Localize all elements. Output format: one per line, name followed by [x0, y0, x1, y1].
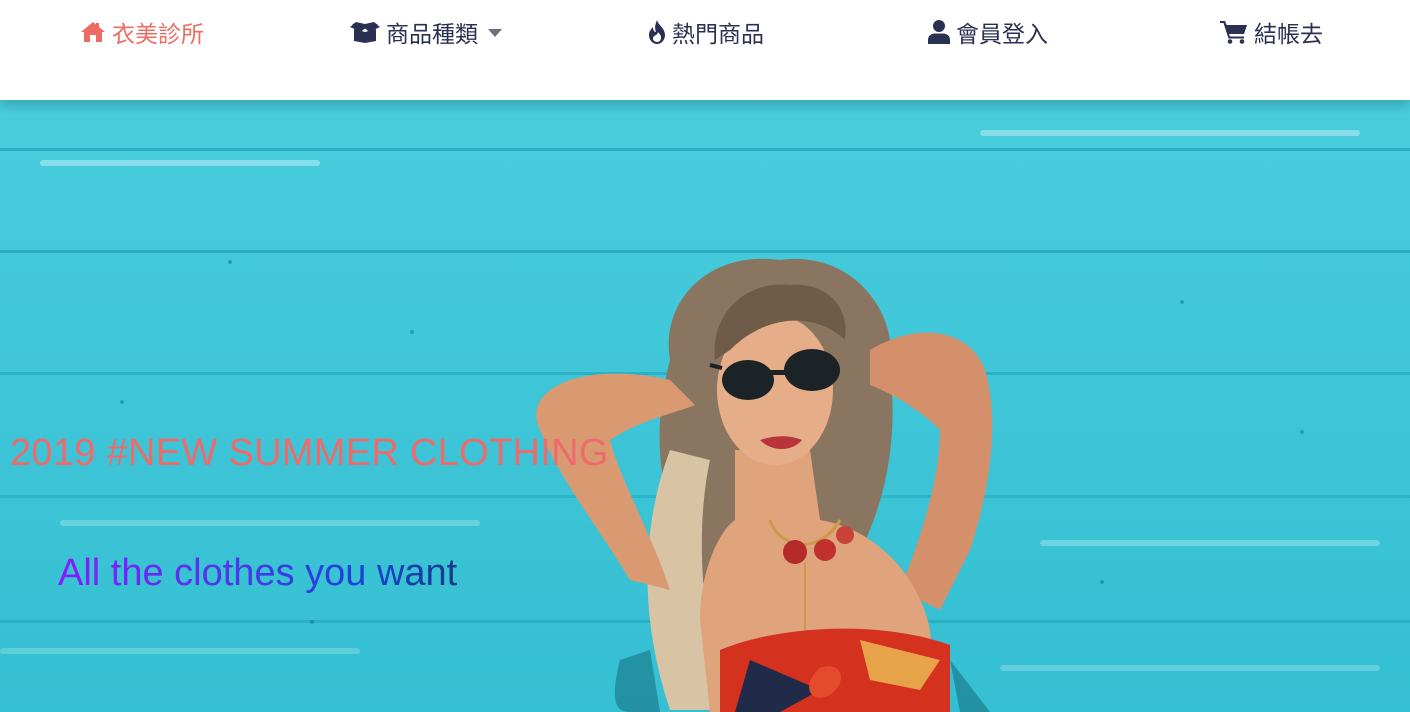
nav-checkout-label: 結帳去: [1254, 22, 1323, 48]
fire-icon: [648, 20, 666, 44]
hero-banner: 2019 #NEW SUMMER CLOTHING All the clothe…: [0, 100, 1410, 712]
nav-categories-label: 商品種類: [386, 22, 478, 48]
nav-categories-dropdown[interactable]: 商品種類: [350, 14, 502, 50]
nav-home-link[interactable]: 衣美診所: [80, 14, 204, 50]
user-icon: [928, 20, 950, 44]
nav-popular-label: 熱門商品: [672, 22, 764, 48]
hero-title: 2019 #NEW SUMMER CLOTHING: [10, 432, 609, 474]
nav-checkout-link[interactable]: 結帳去: [1220, 14, 1323, 50]
nav-popular-link[interactable]: 熱門商品: [648, 14, 764, 50]
cart-icon: [1220, 20, 1248, 44]
hero-subtitle: All the clothes you want: [58, 552, 458, 594]
home-icon: [80, 21, 106, 43]
nav-home-label: 衣美診所: [112, 22, 204, 48]
top-navbar: 衣美診所 商品種類 熱門商品 會員登入 結帳去: [0, 0, 1410, 100]
nav-login-label: 會員登入: [956, 22, 1048, 48]
caret-down-icon: [488, 29, 502, 37]
box-open-icon: [350, 21, 380, 43]
nav-login-link[interactable]: 會員登入: [928, 14, 1048, 50]
